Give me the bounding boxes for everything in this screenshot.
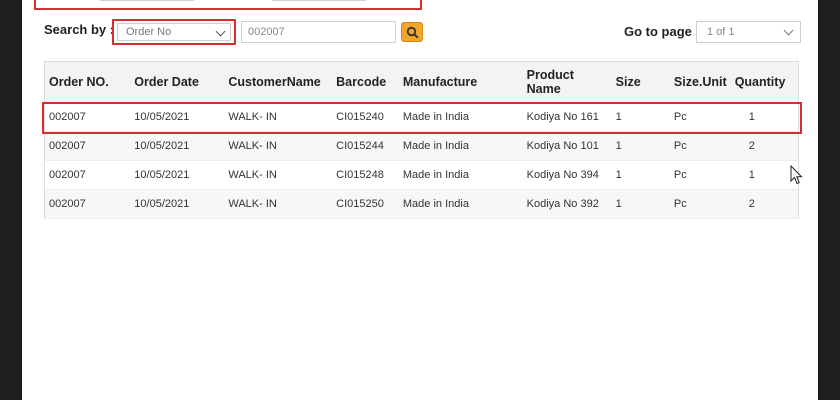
col-header-size-unit[interactable]: Size.Unit bbox=[669, 61, 731, 103]
cell-manufacture: Made in India bbox=[398, 131, 523, 161]
cell-barcode: CI015240 bbox=[332, 102, 399, 132]
cell-size: 1 bbox=[611, 160, 670, 190]
cell-customer-name: WALK- IN bbox=[224, 131, 333, 161]
search-field-value: Order No bbox=[126, 26, 172, 38]
col-header-product-name[interactable]: Product Name bbox=[522, 61, 612, 103]
cell-size: 1 bbox=[611, 102, 670, 132]
cell-size: 1 bbox=[611, 131, 670, 161]
cell-product-name: Kodiya No 392 bbox=[522, 189, 612, 219]
table-row[interactable]: 002007 10/05/2021 WALK- IN CI015250 Made… bbox=[44, 189, 799, 219]
report-panel: Search by : Order No 002007 Go to page 1… bbox=[22, 0, 818, 400]
date-range-filter bbox=[34, 0, 422, 10]
page-select[interactable]: 1 of 1 bbox=[696, 21, 801, 43]
cell-customer-name: WALK- IN bbox=[224, 160, 333, 190]
cell-order-no: 002007 bbox=[44, 131, 131, 161]
cell-product-name: Kodiya No 101 bbox=[522, 131, 612, 161]
cell-size-unit: Pc bbox=[669, 131, 731, 161]
col-header-order-no[interactable]: Order NO. bbox=[44, 61, 131, 103]
cell-customer-name: WALK- IN bbox=[224, 102, 333, 132]
cell-product-name: Kodiya No 161 bbox=[522, 102, 612, 132]
cell-quantity: 2 bbox=[730, 131, 799, 161]
search-by-label: Search by : bbox=[44, 22, 115, 37]
cell-quantity: 1 bbox=[730, 160, 799, 190]
chevron-down-icon bbox=[215, 26, 226, 37]
cell-customer-name: WALK- IN bbox=[224, 189, 333, 219]
cell-barcode: CI015244 bbox=[332, 131, 399, 161]
cell-quantity: 1 bbox=[730, 102, 799, 132]
table-header-row: Order NO. Order Date CustomerName Barcod… bbox=[44, 61, 799, 103]
cell-size-unit: Pc bbox=[669, 160, 731, 190]
cell-order-date: 10/05/2021 bbox=[130, 131, 225, 161]
cell-size: 1 bbox=[611, 189, 670, 219]
mouse-pointer-icon bbox=[790, 165, 803, 185]
search-input[interactable]: 002007 bbox=[241, 21, 396, 43]
cell-quantity: 2 bbox=[730, 189, 799, 219]
magnifier-icon bbox=[406, 26, 419, 39]
cell-size-unit: Pc bbox=[669, 102, 731, 132]
cell-order-no: 002007 bbox=[44, 189, 131, 219]
cell-manufacture: Made in India bbox=[398, 102, 523, 132]
order-table: Order NO. Order Date CustomerName Barcod… bbox=[44, 61, 799, 219]
cell-order-no: 002007 bbox=[44, 160, 131, 190]
col-header-size[interactable]: Size bbox=[611, 61, 670, 103]
col-header-barcode[interactable]: Barcode bbox=[332, 61, 399, 103]
search-field-highlight: Order No bbox=[112, 19, 236, 45]
from-date-field[interactable] bbox=[100, 0, 194, 1]
search-field-select[interactable]: Order No bbox=[117, 23, 231, 41]
col-header-customer-name[interactable]: CustomerName bbox=[224, 61, 333, 103]
cell-manufacture: Made in India bbox=[398, 160, 523, 190]
go-to-page-label: Go to page bbox=[624, 24, 692, 39]
cell-order-date: 10/05/2021 bbox=[130, 160, 225, 190]
search-button[interactable] bbox=[401, 22, 423, 42]
cell-order-date: 10/05/2021 bbox=[130, 102, 225, 132]
table-row[interactable]: 002007 10/05/2021 WALK- IN CI015244 Made… bbox=[44, 131, 799, 161]
table-row[interactable]: 002007 10/05/2021 WALK- IN CI015248 Made… bbox=[44, 160, 799, 190]
chevron-down-icon bbox=[783, 25, 794, 36]
cell-order-date: 10/05/2021 bbox=[130, 189, 225, 219]
table-row[interactable]: 002007 10/05/2021 WALK- IN CI015240 Made… bbox=[44, 102, 799, 132]
page-select-value: 1 of 1 bbox=[707, 26, 735, 38]
col-header-quantity[interactable]: Quantity bbox=[730, 61, 799, 103]
cell-product-name: Kodiya No 394 bbox=[522, 160, 612, 190]
cell-barcode: CI015250 bbox=[332, 189, 399, 219]
cell-manufacture: Made in India bbox=[398, 189, 523, 219]
col-header-manufacture[interactable]: Manufacture bbox=[398, 61, 523, 103]
cell-barcode: CI015248 bbox=[332, 160, 399, 190]
cell-size-unit: Pc bbox=[669, 189, 731, 219]
cell-order-no: 002007 bbox=[44, 102, 131, 132]
col-header-order-date[interactable]: Order Date bbox=[130, 61, 225, 103]
to-date-field[interactable] bbox=[272, 0, 366, 1]
